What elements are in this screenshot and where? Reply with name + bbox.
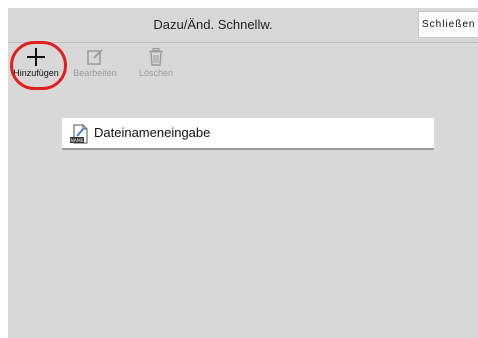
close-button[interactable]: Schließen (418, 11, 478, 38)
trash-icon (149, 47, 163, 66)
file-name-icon: NAME (70, 124, 88, 144)
add-button-label: Hinzufügen (13, 68, 59, 78)
add-button[interactable]: Hinzufügen (8, 43, 64, 93)
toolbar: Hinzufügen Bearbeiten Löschen (8, 43, 478, 93)
window-title: Dazu/Änd. Schnellw. (153, 17, 273, 32)
edit-icon (87, 49, 103, 65)
list-item[interactable]: NAME Dateinameneingabe (62, 118, 434, 150)
file-name-icon-badge: NAME (70, 138, 83, 144)
list-item-label: Dateinameneingabe (94, 125, 211, 140)
delete-button-label: Löschen (138, 68, 174, 78)
edit-button-label: Bearbeiten (73, 68, 117, 78)
delete-button[interactable]: Löschen (128, 43, 184, 93)
edit-button[interactable]: Bearbeiten (67, 43, 123, 93)
plus-icon (27, 48, 45, 66)
screen: Dazu/Änd. Schnellw. Schließen Hinzufügen… (8, 8, 478, 338)
title-bar: Dazu/Änd. Schnellw. Schließen (8, 8, 478, 43)
